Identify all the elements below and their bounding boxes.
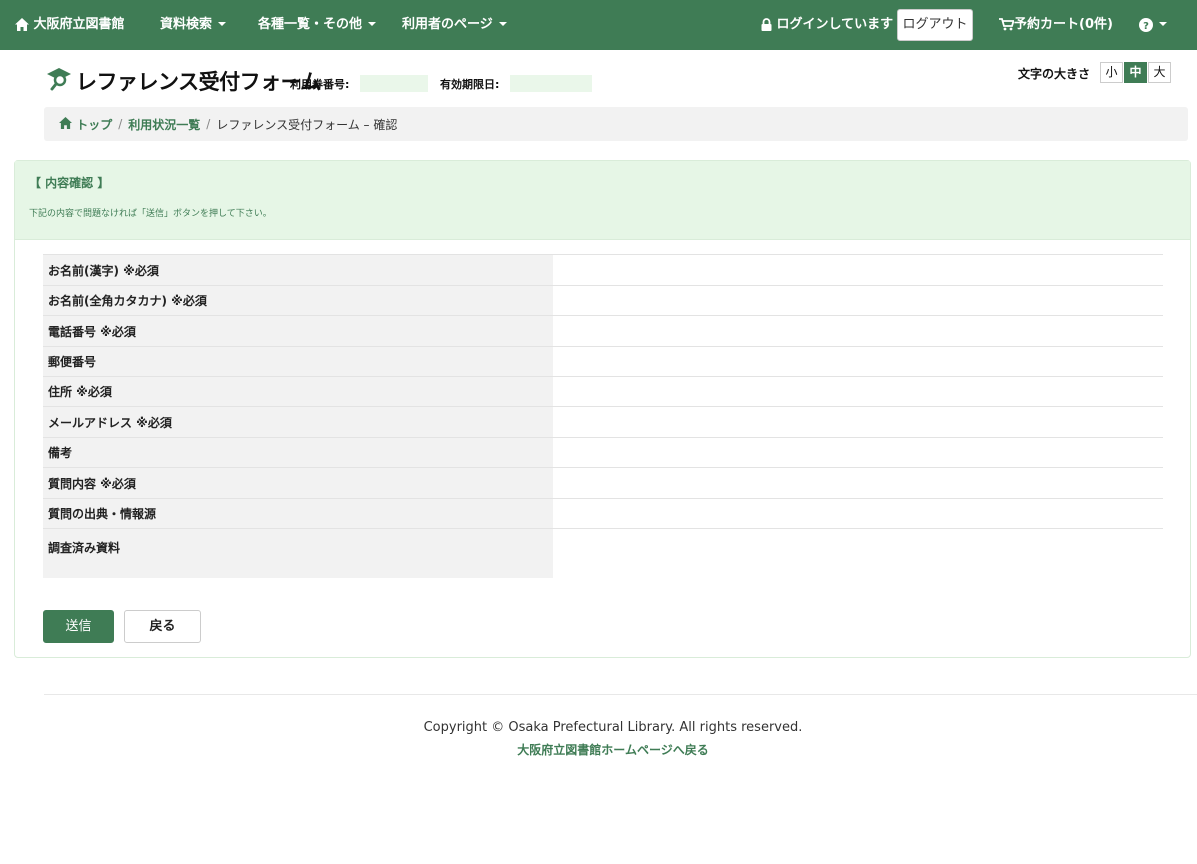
card-number-label: 利用券番号: [290,78,350,91]
row-label: 郵便番号 [43,347,553,376]
reservation-cart-link[interactable]: 予約カート(0件) [999,0,1113,50]
row-label: 質問内容 ※必須 [43,468,553,498]
row-value [553,377,1163,406]
table-row: 郵便番号 [43,346,1163,376]
top-navbar: 大阪府立図書館 資料検索 各種一覧・その他 利用者のページ ログインしています … [0,0,1197,50]
row-value [553,499,1163,528]
row-value [553,468,1163,498]
back-button[interactable]: 戻る [124,610,201,643]
row-label: 住所 ※必須 [43,377,553,406]
row-value [553,438,1163,467]
panel-description: 下記の内容で問題なければ「送信」ボタンを押して下さい。 [29,209,272,219]
breadcrumb-separator: / [206,117,211,131]
table-row: 質問の出典・情報源 [43,498,1163,528]
table-row: 備考 [43,437,1163,467]
table-row: 調査済み資料 [43,528,1163,578]
breadcrumb-top-link[interactable]: トップ [59,116,112,133]
page-title: レファレンス受付フォーム [76,70,321,94]
nav-home-label: 大阪府立図書館 [33,17,125,32]
panel-title: 【 内容確認 】 [29,176,110,190]
row-label: 備考 [43,438,553,467]
table-row: お名前(全角カタカナ) ※必須 [43,285,1163,315]
caret-down-icon [498,21,507,26]
table-row: 住所 ※必須 [43,376,1163,406]
nav-menu-lists[interactable]: 各種一覧・その他 [258,0,377,50]
row-label: お名前(全角カタカナ) ※必須 [43,286,553,315]
font-size-label: 文字の大きさ [1018,67,1091,81]
row-label: メールアドレス ※必須 [43,407,553,437]
home-icon [15,17,29,32]
expiry-value [510,75,592,92]
row-label: 電話番号 ※必須 [43,316,553,346]
breadcrumb-usage-link[interactable]: 利用状況一覧 [128,116,200,133]
copyright-text: Copyright © Osaka Prefectural Library. A… [423,720,803,735]
caret-down-icon [368,21,377,26]
library-home-link-label: 大阪府立図書館ホームページへ戻る [517,743,709,757]
logout-button[interactable]: ログアウト [897,9,973,41]
table-row: 質問内容 ※必須 [43,467,1163,498]
breadcrumb-separator: / [118,117,123,131]
font-size-small-button[interactable]: 小 [1100,62,1123,83]
row-value [553,347,1163,376]
nav-menu-search[interactable]: 資料検索 [160,0,227,50]
caret-down-icon [1159,21,1167,26]
nav-menu-search-label: 資料検索 [160,17,213,32]
row-value [553,529,1163,578]
help-menu[interactable]: ? [1139,0,1167,50]
row-value [553,286,1163,315]
font-size-medium-button[interactable]: 中 [1124,62,1147,83]
row-label: お名前(漢字) ※必須 [43,255,553,285]
question-circle-icon: ? [1139,17,1153,32]
row-value [553,255,1163,285]
send-button[interactable]: 送信 [43,610,114,643]
breadcrumb-top-label: トップ [76,117,113,132]
magnifier-icon [46,67,72,95]
table-row: 電話番号 ※必須 [43,315,1163,346]
confirmation-panel: 【 内容確認 】 下記の内容で問題なければ「送信」ボタンを押して下さい。 お名前… [14,160,1191,658]
page-header: レファレンス受付フォーム [46,66,321,96]
login-status-text: ログインしています [776,17,894,32]
login-status: ログインしています [761,0,893,50]
card-number-value [360,75,428,92]
table-row: お名前(漢字) ※必須 [43,254,1163,285]
panel-heading: 【 内容確認 】 下記の内容で問題なければ「送信」ボタンを押して下さい。 [15,161,1190,240]
row-value [553,316,1163,346]
caret-down-icon [218,21,227,26]
row-value [553,407,1163,437]
svg-text:?: ? [1143,21,1149,32]
nav-menu-user-page[interactable]: 利用者のページ [402,0,507,50]
cart-icon [999,17,1014,32]
home-icon [59,116,72,132]
nav-menu-user-page-label: 利用者のページ [402,17,493,32]
lock-icon [761,17,772,32]
expiry-label: 有効期限日: [440,78,500,91]
font-size-large-button[interactable]: 大 [1148,62,1171,83]
breadcrumb-current: レファレンス受付フォーム – 確認 [216,117,398,132]
nav-home-link[interactable]: 大阪府立図書館 [15,0,125,50]
table-row: メールアドレス ※必須 [43,406,1163,437]
library-home-link[interactable]: 大阪府立図書館ホームページへ戻る [0,741,1197,758]
footer-divider [44,694,1197,695]
breadcrumb: トップ / 利用状況一覧 / レファレンス受付フォーム – 確認 [44,107,1188,141]
row-label: 質問の出典・情報源 [43,499,553,528]
cart-label: 予約カート(0件) [1014,17,1113,32]
row-label: 調査済み資料 [43,529,553,578]
nav-menu-lists-label: 各種一覧・その他 [258,17,363,32]
confirmation-table: お名前(漢字) ※必須 お名前(全角カタカナ) ※必須 電話番号 ※必須 郵便番… [43,254,1163,578]
